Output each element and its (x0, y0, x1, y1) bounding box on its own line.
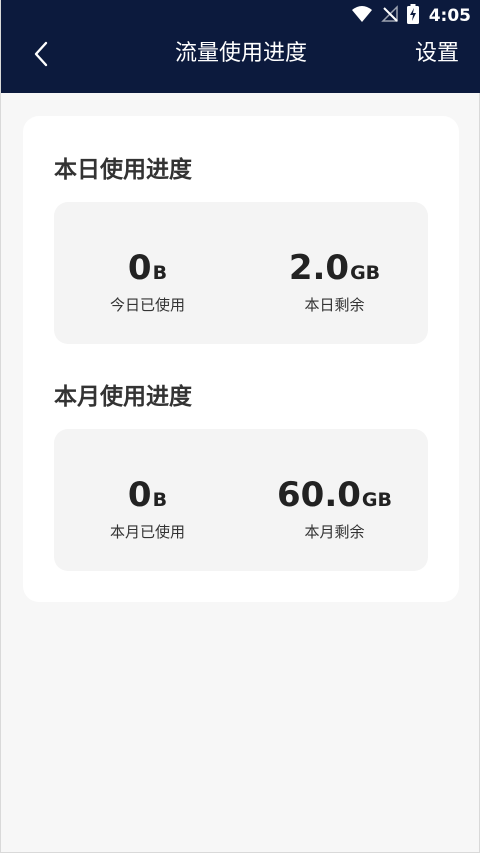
settings-button[interactable]: 设置 (415, 38, 459, 70)
daily-remaining-label: 本日剩余 (304, 296, 365, 314)
header: 4:05 流量使用进度 设置 (1, 0, 480, 93)
no-signal-icon (380, 5, 399, 27)
wifi-icon (351, 5, 373, 27)
monthly-remaining-value: 60.0 GB (241, 477, 428, 513)
daily-remaining-value: 2.0 GB (241, 250, 428, 286)
daily-remaining-unit: GB (350, 262, 381, 284)
monthly-used-value: 0 B (54, 477, 241, 513)
monthly-remaining-unit: GB (361, 489, 392, 511)
app-screen: 4:05 流量使用进度 设置 本日使用进度 0 B 今日已使用 2.0 GB 本… (0, 0, 480, 853)
daily-used-value: 0 B (54, 250, 241, 286)
daily-section-title: 本日使用进度 (54, 157, 192, 183)
nav-bar: 流量使用进度 设置 (1, 32, 480, 93)
daily-stat-box: 0 B 今日已使用 2.0 GB 本日剩余 (54, 202, 428, 344)
daily-used-stat: 0 B 今日已使用 (54, 250, 241, 315)
status-icons: 4:05 (351, 4, 471, 28)
daily-used-unit: B (152, 262, 168, 284)
monthly-used-number: 0 (127, 475, 152, 515)
monthly-used-unit: B (152, 489, 168, 511)
usage-card: 本日使用进度 0 B 今日已使用 2.0 GB 本日剩余 本月使用进度 0 B … (23, 116, 459, 602)
daily-remaining-stat: 2.0 GB 本日剩余 (241, 250, 428, 315)
monthly-remaining-label: 本月剩余 (304, 523, 365, 541)
status-bar: 4:05 (1, 0, 480, 32)
monthly-used-stat: 0 B 本月已使用 (54, 477, 241, 542)
daily-used-label: 今日已使用 (109, 296, 185, 314)
status-time: 4:05 (428, 6, 471, 26)
monthly-used-label: 本月已使用 (109, 523, 185, 541)
monthly-remaining-stat: 60.0 GB 本月剩余 (241, 477, 428, 542)
daily-used-number: 0 (127, 248, 152, 288)
daily-remaining-number: 2.0 (288, 248, 350, 288)
page-title: 流量使用进度 (174, 41, 307, 66)
monthly-section-title: 本月使用进度 (54, 384, 192, 410)
monthly-remaining-number: 60.0 (277, 475, 361, 515)
battery-charging-icon (406, 4, 419, 28)
monthly-stat-box: 0 B 本月已使用 60.0 GB 本月剩余 (54, 429, 428, 571)
